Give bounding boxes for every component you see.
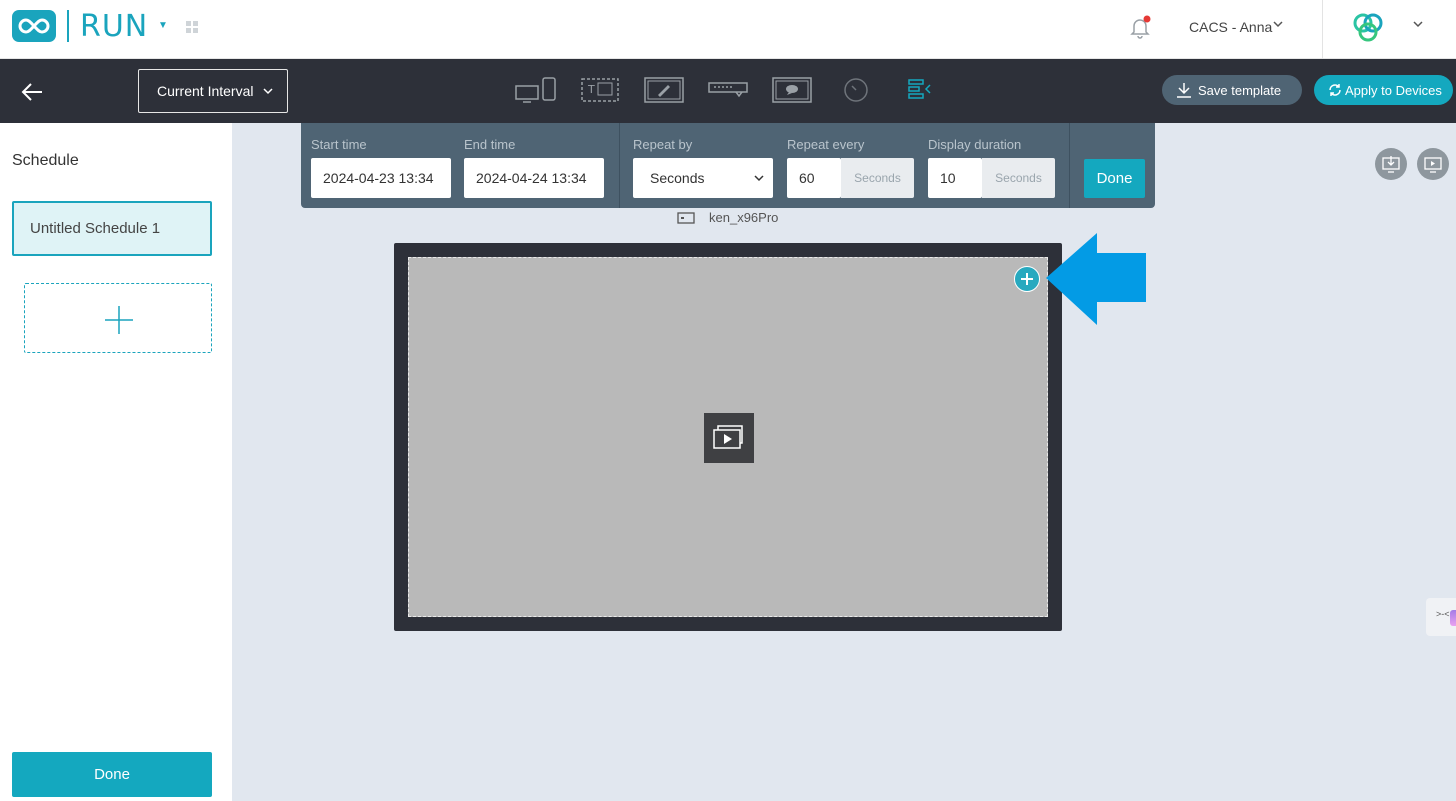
schedule-item[interactable]: Untitled Schedule 1 — [12, 201, 212, 256]
end-time-input[interactable]: 2024-04-24 13:34 — [464, 158, 604, 198]
app-name[interactable]: RUN — [80, 9, 148, 44]
repeat-every-input[interactable]: 60 — [787, 158, 841, 198]
apply-label: Apply to Devices — [1345, 82, 1442, 98]
ticker-icon[interactable] — [708, 77, 748, 108]
header-divider — [1322, 0, 1323, 59]
download-icon — [1177, 83, 1191, 98]
interval-label: Current Interval — [157, 83, 254, 99]
schedule-sidebar: Schedule Untitled Schedule 1 Done — [0, 123, 232, 801]
user-menu[interactable]: CACS - Anna — [1189, 19, 1272, 35]
schedule-item-label: Untitled Schedule 1 — [30, 220, 161, 237]
message-icon[interactable] — [772, 77, 812, 108]
interval-settings-panel: Start time 2024-04-23 13:34 End time 202… — [301, 123, 1155, 208]
plus-icon — [105, 306, 133, 334]
clock-icon[interactable] — [843, 77, 869, 108]
side-widget-tab[interactable]: >-< — [1426, 598, 1456, 636]
collapse-icon: >-< — [1436, 609, 1450, 619]
screen-canvas — [394, 243, 1062, 631]
done-button[interactable]: Done — [12, 752, 212, 797]
repeat-by-select[interactable]: Seconds — [633, 158, 773, 198]
svg-text:T: T — [587, 83, 595, 96]
end-time-label: End time — [464, 137, 516, 152]
start-time-input[interactable]: 2024-04-23 13:34 — [311, 158, 451, 198]
logo-divider — [67, 10, 69, 42]
display-duration-unit: Seconds — [982, 158, 1055, 198]
interval-dropdown[interactable]: Current Interval — [138, 69, 288, 113]
preview-screen-icon[interactable] — [1417, 148, 1449, 180]
panel-divider — [619, 123, 620, 208]
widget-accent — [1450, 610, 1456, 626]
panel-divider — [1069, 123, 1070, 208]
repeat-every-label: Repeat every — [787, 137, 865, 152]
add-schedule-button[interactable] — [24, 283, 212, 353]
text-zone-icon[interactable]: T — [580, 77, 620, 108]
chevron-down-icon — [754, 175, 764, 182]
pointer-arrow-icon — [1044, 231, 1148, 332]
bell-icon[interactable] — [1129, 15, 1151, 39]
add-zone-button[interactable] — [1014, 266, 1040, 292]
repeat-by-label: Repeat by — [633, 137, 693, 152]
save-template-label: Save template — [1198, 82, 1282, 98]
interval-done-button[interactable]: Done — [1084, 159, 1145, 198]
media-playlist-icon[interactable] — [704, 413, 754, 463]
start-time-label: Start time — [311, 137, 367, 152]
infinity-logo-icon[interactable] — [12, 10, 56, 42]
screen-devices-icon[interactable] — [515, 77, 557, 108]
import-icon[interactable] — [1375, 148, 1407, 180]
save-template-button[interactable]: Save template — [1162, 75, 1302, 105]
repeat-by-value: Seconds — [650, 170, 705, 186]
layout-zone[interactable] — [408, 257, 1048, 617]
display-duration-input[interactable]: 10 — [928, 158, 982, 198]
chevron-down-icon — [263, 88, 274, 95]
org-logo-icon[interactable] — [1348, 10, 1388, 51]
apps-grid-icon[interactable] — [186, 21, 198, 33]
apply-to-devices-button[interactable]: Apply to Devices — [1314, 75, 1453, 105]
app-caret-icon[interactable]: ▼ — [158, 20, 168, 31]
repeat-every-unit: Seconds — [841, 158, 914, 198]
device-icon — [677, 211, 695, 224]
sidebar-title: Schedule — [12, 152, 79, 169]
chevron-down-icon[interactable] — [1412, 17, 1424, 35]
schedule-align-icon[interactable] — [906, 77, 932, 108]
plus-icon — [1021, 273, 1033, 285]
sync-icon — [1329, 84, 1341, 96]
display-duration-label: Display duration — [928, 137, 1022, 152]
chevron-down-icon[interactable] — [1272, 17, 1284, 35]
editor-toolbar: Current Interval T Save template Apply t… — [0, 59, 1456, 123]
back-arrow-icon[interactable] — [20, 80, 44, 109]
device-label: ken_x96Pro — [677, 210, 778, 225]
drawing-icon[interactable] — [644, 77, 684, 108]
top-header: RUN ▼ CACS - Anna — [0, 0, 1456, 59]
device-name: ken_x96Pro — [709, 210, 779, 225]
